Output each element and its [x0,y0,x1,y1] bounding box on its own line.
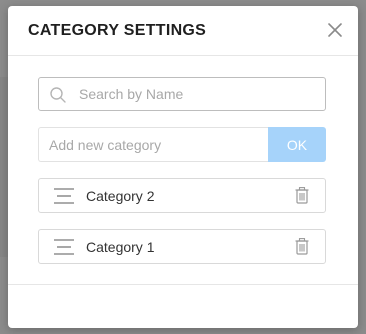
background-panel [0,77,8,257]
trash-icon[interactable] [295,187,309,204]
category-item: Category 2 [38,178,326,213]
footer-divider [8,284,358,285]
drag-handle-icon[interactable] [54,187,74,205]
ok-button[interactable]: OK [268,127,326,162]
category-item: Category 1 [38,229,326,264]
category-label: Category 1 [86,239,155,255]
category-label: Category 2 [86,188,155,204]
search-field[interactable] [38,77,326,111]
dialog-title: CATEGORY SETTINGS [28,22,207,39]
search-icon [49,86,67,104]
drag-handle-icon[interactable] [54,238,74,256]
trash-icon[interactable] [295,238,309,255]
add-category-row: OK [38,127,326,162]
close-icon[interactable] [326,21,344,39]
new-category-input[interactable] [38,127,268,162]
search-input[interactable] [79,78,319,110]
category-settings-dialog: CATEGORY SETTINGS OK Categ [8,6,358,328]
dialog-header: CATEGORY SETTINGS [8,6,358,56]
